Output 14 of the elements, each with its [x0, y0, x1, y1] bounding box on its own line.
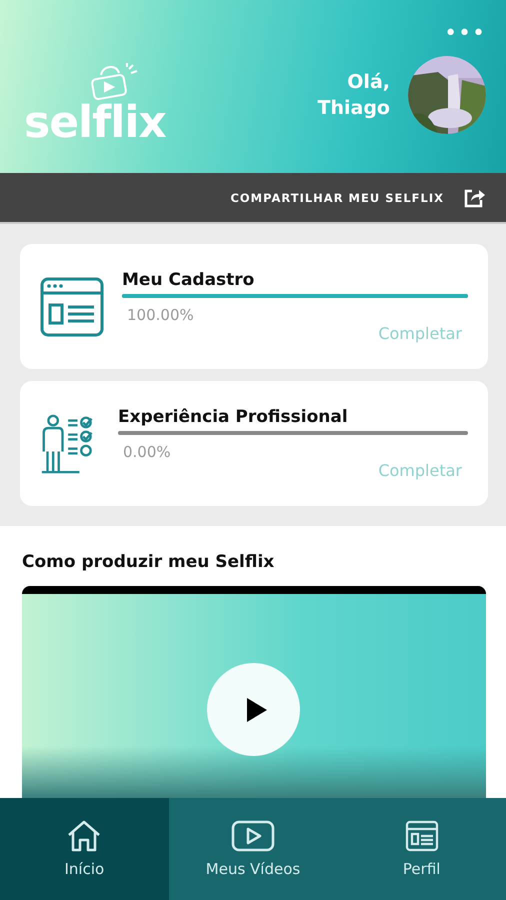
card-title: Meu Cadastro — [122, 270, 256, 290]
section-title: Como produzir meu Selflix — [22, 552, 276, 572]
card-title: Experiência Profissional — [118, 407, 349, 427]
progress-percent: 100.00% — [127, 306, 195, 324]
form-window-icon — [40, 276, 104, 336]
progress-percent: 0.00% — [123, 443, 172, 461]
home-icon — [66, 820, 102, 852]
profile-card-icon — [404, 820, 439, 852]
play-icon — [244, 696, 268, 724]
logo-text: selflix — [24, 99, 166, 147]
greeting-text: Olá, Thiago — [316, 70, 390, 121]
nav-tab[interactable]: Início — [0, 798, 169, 900]
video-play-icon — [231, 820, 275, 852]
share-button[interactable]: COMPARTILHAR MEU SELFLIX — [230, 186, 486, 210]
